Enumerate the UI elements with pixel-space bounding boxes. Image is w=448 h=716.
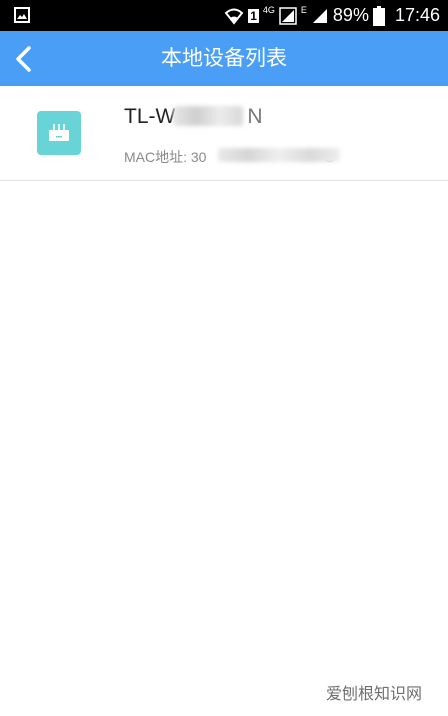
watermark: 爱刨根知识网 [325, 684, 422, 703]
page-title: 本地设备列表 [161, 46, 287, 70]
status-bar: 1 4G E 89% 17:46 [0, 0, 448, 31]
back-button[interactable] [0, 31, 46, 86]
network-type-label: 4G [262, 4, 275, 15]
status-right: 1 4G E 89% 17:46 [224, 0, 440, 31]
battery-percent: 89% [332, 5, 369, 25]
nav-bar: 本地设备列表 [0, 31, 448, 86]
data-indicator: E [300, 4, 307, 15]
wifi-icon [224, 8, 244, 25]
signal-icon-sim1 [279, 6, 297, 25]
mac-redaction [218, 148, 340, 162]
gallery-notification-icon [14, 7, 30, 23]
sim-badge: 1 [248, 8, 259, 23]
device-list-item[interactable]: TL-WN MAC地址: 30C [0, 86, 448, 181]
back-chevron-icon [16, 45, 31, 72]
clock: 17:46 [394, 5, 440, 25]
router-icon [37, 111, 81, 155]
device-name-redaction [173, 106, 243, 126]
battery-icon [372, 5, 385, 26]
signal-icon-sim2 [312, 8, 327, 23]
